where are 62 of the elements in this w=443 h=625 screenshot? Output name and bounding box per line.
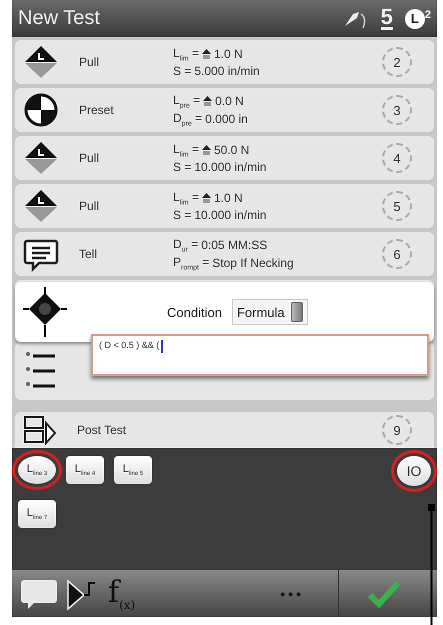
step-row[interactable]: Post Test 9: [15, 412, 434, 448]
param-value: 0.0 N: [215, 94, 244, 108]
param-label: D$_{pre}$ =: [173, 111, 202, 128]
step-name: Preset: [78, 103, 115, 117]
step-name: Tell: [78, 247, 98, 261]
param-label: L$_{pre}$ =: [173, 92, 200, 109]
step-name: Pull: [78, 151, 100, 165]
step-number: 2: [382, 47, 412, 77]
step-number: 4: [382, 143, 412, 173]
param-value: Stop If Necking: [212, 256, 294, 270]
up-arrow-icon: [202, 144, 211, 155]
up-arrow-icon: [203, 96, 212, 106]
param-value: 1.0 N: [214, 190, 243, 205]
pull-icon: [23, 188, 59, 224]
level-superscript: 2: [424, 8, 431, 20]
step-number: 5: [382, 191, 412, 221]
condition-label: Condition: [167, 304, 222, 320]
up-arrow-icon: [202, 192, 211, 203]
token-button[interactable]: L$_{line 3}$: [18, 456, 56, 484]
mode-dropdown[interactable]: Formula: [232, 299, 308, 325]
param-value: 0.000 in: [205, 112, 248, 126]
param-label: S =: [173, 160, 192, 174]
decision-icon: [23, 287, 67, 337]
function-button[interactable]: f$_{(x)}$: [108, 575, 136, 612]
up-arrow-icon: [202, 48, 211, 59]
param-value: 10.000 in/min: [194, 208, 266, 222]
token-button[interactable]: L$_{line 5}$: [114, 456, 152, 484]
token-button[interactable]: L$_{line 7}$: [18, 500, 56, 528]
param-label: P$_{rompt}$ =: [173, 255, 210, 272]
count-indicator: 5: [380, 7, 393, 30]
param-label: L$_{lim}$ =: [173, 142, 199, 158]
param-label: D$_{ur}$ =: [173, 236, 198, 253]
param-value: 1.0 N: [214, 46, 243, 61]
step-row[interactable]: Pull L$_{lim}$ = 1.0 N S = 5.000 in/min 2: [15, 40, 434, 84]
param-value: 10.000 in/min: [194, 160, 266, 174]
param-label: S =: [173, 208, 192, 222]
target-icon: [23, 92, 59, 128]
step-name: Pull: [78, 55, 100, 69]
step-number: 3: [382, 95, 412, 125]
step-row[interactable]: Tell D$_{ur}$ = 0:05 MM:SS P$_{rompt}$ = Stop If Necking 6: [15, 232, 434, 276]
window-title: New Test: [18, 7, 101, 30]
check-icon[interactable]: [367, 580, 401, 608]
step-row[interactable]: Preset L$_{pre}$ = 0.0 N D$_{pre}$ = 0.000 in 3: [15, 88, 434, 132]
step-name: Pull: [78, 199, 100, 213]
post-test-icon: [23, 415, 57, 445]
io-button[interactable]: IO: [397, 456, 431, 486]
pull-icon: [23, 44, 59, 80]
param-value: 50.0 N: [214, 142, 250, 157]
pull-icon: [23, 140, 59, 176]
step-name: Post Test: [76, 423, 128, 437]
step-row[interactable]: Pull L$_{lim}$ = 1.0 N S = 10.000 in/min 5: [15, 184, 434, 228]
param-label: L$_{lim}$ =: [173, 190, 199, 206]
step-number: 9: [382, 415, 412, 445]
param-label: S =: [173, 64, 192, 78]
step-row[interactable]: Pull L$_{lim}$ = 50.0 N S = 10.000 in/min 4: [15, 136, 434, 180]
level-badge: L: [404, 8, 425, 28]
param-value: 5.000 in/min: [194, 64, 260, 78]
token-button[interactable]: L$_{line 4}$: [66, 456, 104, 484]
param-value: 0:05 MM:SS: [201, 238, 268, 252]
formula-field[interactable]: ( D < 0.5 ) && (: [91, 334, 429, 376]
step-number: 6: [382, 239, 412, 269]
param-label: L$_{lim}$ =: [173, 46, 199, 62]
